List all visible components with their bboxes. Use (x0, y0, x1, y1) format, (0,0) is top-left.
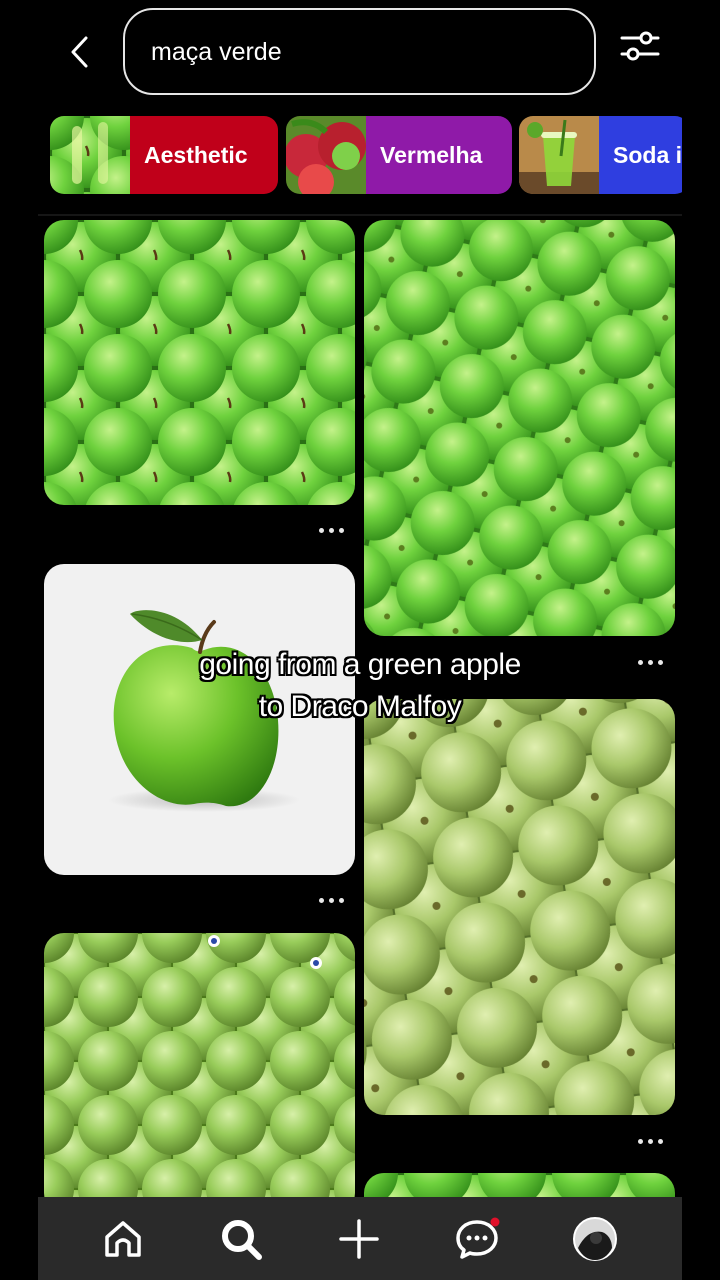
nav-create[interactable] (333, 1215, 385, 1263)
bottom-navigation (38, 1197, 682, 1280)
nav-messages[interactable] (451, 1215, 503, 1263)
pin-image[interactable] (44, 933, 355, 1213)
caption-line-2: to Draco Malfoy (258, 690, 462, 723)
chip-aesthetic[interactable]: Aesthetic (50, 116, 278, 194)
nav-home[interactable] (97, 1215, 149, 1263)
more-options-button[interactable] (311, 520, 351, 540)
chip-thumbnail (50, 116, 130, 194)
chevron-left-icon (71, 36, 88, 68)
green-apples-photo (44, 933, 355, 1213)
sliders-icon (620, 31, 660, 61)
plus-icon (339, 1219, 379, 1259)
caption-line-1: going from a green apple (199, 648, 521, 681)
chip-soda[interactable]: Soda i (519, 116, 682, 194)
chat-icon (456, 1217, 500, 1259)
back-button[interactable] (60, 30, 100, 74)
search-input[interactable] (151, 32, 571, 72)
chip-label: Aesthetic (130, 116, 278, 194)
pin-image[interactable] (364, 220, 675, 636)
filter-button[interactable] (616, 24, 664, 68)
nav-profile[interactable] (569, 1215, 621, 1263)
search-header (38, 0, 682, 104)
more-options-button[interactable] (630, 1131, 670, 1151)
green-apples-photo (364, 699, 675, 1115)
related-searches: Aesthetic Vermelha Soda i (38, 112, 682, 198)
pin-image[interactable] (44, 220, 355, 505)
header-divider (38, 214, 682, 216)
chip-vermelha[interactable]: Vermelha (286, 116, 512, 194)
green-apples-photo (364, 220, 675, 636)
search-field[interactable] (123, 8, 596, 95)
chip-label: Soda i (599, 116, 682, 194)
home-icon (105, 1221, 141, 1257)
green-apples-photo (44, 220, 355, 505)
video-caption: going from a green apple to Draco Malfoy (0, 644, 720, 728)
notification-dot (490, 1217, 500, 1227)
nav-search[interactable] (215, 1215, 267, 1263)
more-options-button[interactable] (311, 890, 351, 910)
chip-thumbnail (519, 116, 599, 194)
search-icon (222, 1220, 262, 1260)
pin-image[interactable] (364, 699, 675, 1115)
app-screen: Aesthetic Vermelha (38, 0, 682, 1280)
profile-avatar (573, 1217, 617, 1261)
chip-thumbnail (286, 116, 366, 194)
chip-label: Vermelha (366, 116, 512, 194)
